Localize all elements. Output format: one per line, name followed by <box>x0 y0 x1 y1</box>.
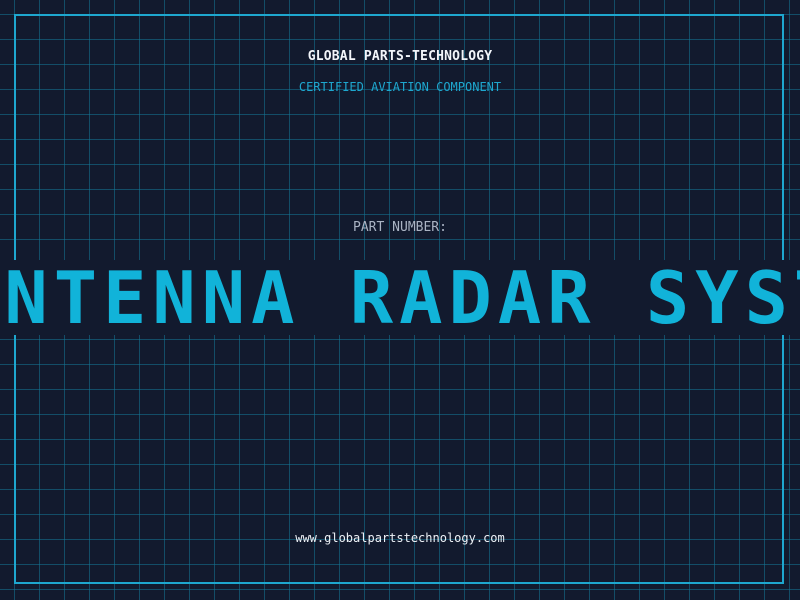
company-name: GLOBAL PARTS-TECHNOLOGY <box>307 49 493 64</box>
website-url: www.globalpartstechnology.com <box>295 531 505 545</box>
certificate-card: GLOBAL PARTS-TECHNOLOGY CERTIFIED AVIATI… <box>0 0 800 600</box>
part-name: ANTENNA RADAR SYSTEM <box>0 260 800 335</box>
part-number-label: PART NUMBER: <box>353 220 447 235</box>
certification-subtitle: CERTIFIED AVIATION COMPONENT <box>298 80 502 94</box>
part-name-band: ANTENNA RADAR SYSTEM <box>0 260 800 335</box>
